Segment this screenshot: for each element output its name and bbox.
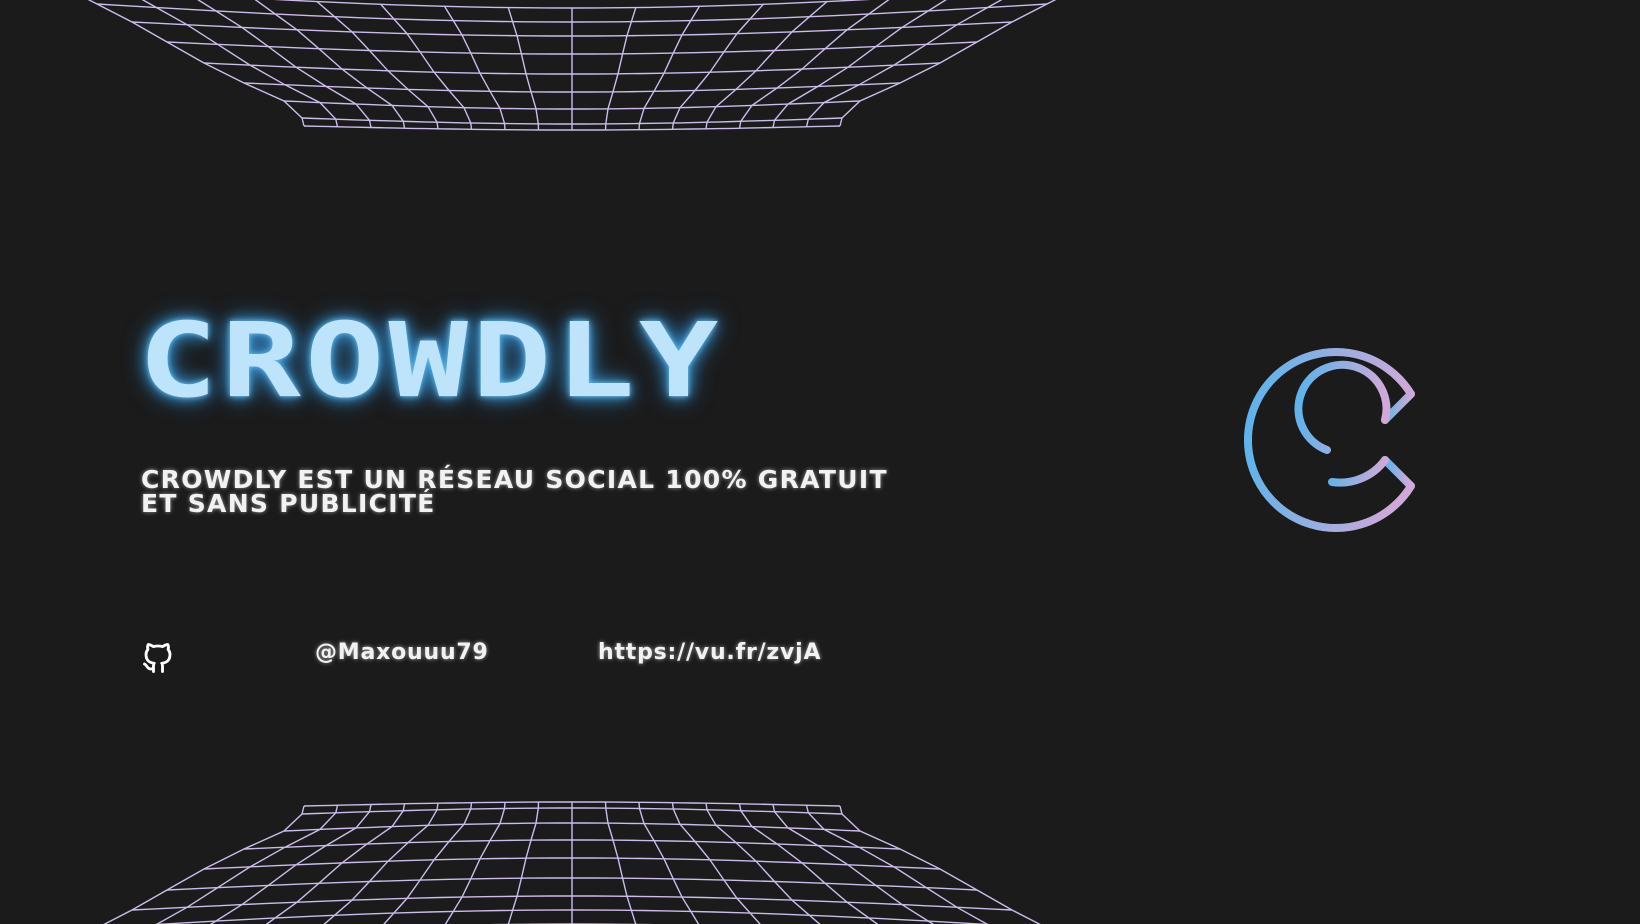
tagline: CROWDLY EST UN RÉSEAU SOCIAL 100% GRATUI…: [141, 465, 888, 518]
banner: CROWDLY CROWDLY EST UN RÉSEAU SOCIAL 100…: [0, 0, 1640, 924]
crowdly-c-logo-icon: [1244, 348, 1415, 532]
wireframe-grid-bottom: [103, 801, 1041, 924]
project-link[interactable]: https://vu.fr/zvjA: [598, 638, 821, 668]
github-icon[interactable]: [140, 640, 176, 676]
wireframe-grid-top: [87, 0, 1057, 131]
github-handle: @Maxouuu79: [315, 640, 489, 665]
app-title: CROWDLY: [138, 300, 723, 422]
